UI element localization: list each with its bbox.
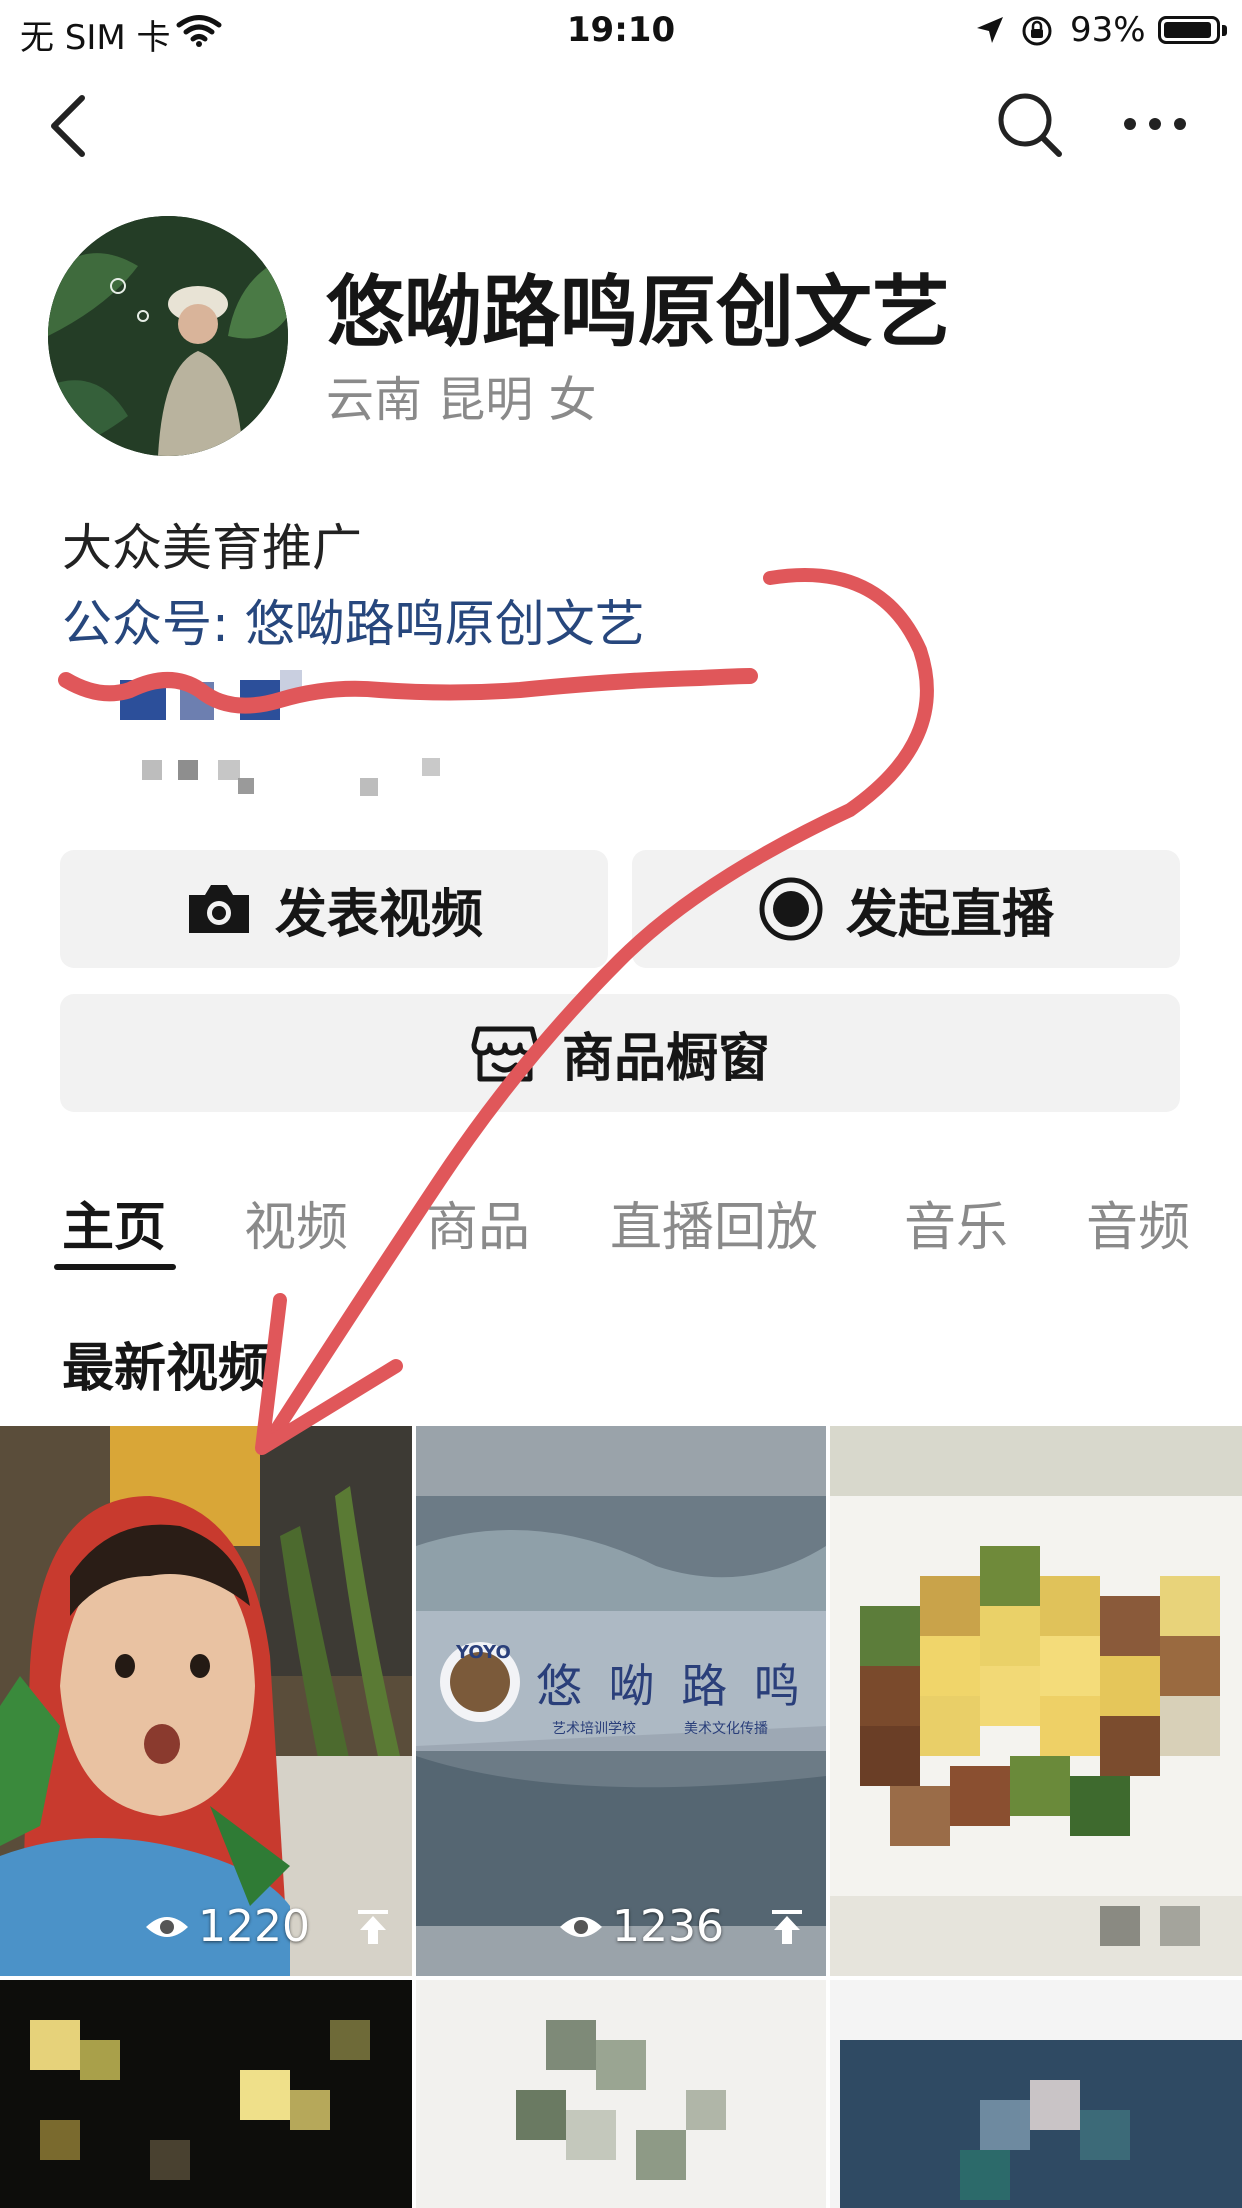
battery-percentage: 93% <box>1070 10 1146 50</box>
tab-products[interactable]: 商品 <box>426 1185 530 1260</box>
video-thumbnail-image <box>0 1426 412 1976</box>
view-count: 1236 <box>558 1901 724 1952</box>
battery-icon <box>1158 16 1220 44</box>
battery-tip <box>1222 25 1227 36</box>
start-live-button[interactable]: 发起直播 <box>632 850 1180 968</box>
profile-name: 悠呦路鸣原创文艺 <box>326 268 951 358</box>
video-thumbnail[interactable] <box>0 1980 412 2208</box>
search-icon <box>998 93 1062 157</box>
avatar-photo <box>48 216 288 456</box>
view-count-label: 1236 <box>612 1901 724 1952</box>
camera-icon <box>188 885 249 933</box>
shop-icon <box>471 1026 539 1082</box>
eye-icon <box>146 1916 189 1937</box>
video-stats: 1220 <box>0 1901 412 1952</box>
clock: 19:10 <box>566 10 676 50</box>
active-tab-indicator <box>54 1264 176 1270</box>
view-count: 1220 <box>144 1901 310 1952</box>
profile-bio: 大众美育推广 <box>62 519 362 577</box>
status-bar: 无 SIM 卡 19:10 93% <box>0 0 1242 62</box>
brand-sub-right: 美术文化传播 <box>684 1721 768 1737</box>
profile-official-account-link[interactable]: 公众号: 悠呦路鸣原创文艺 <box>62 584 645 656</box>
section-title: 最新视频 <box>62 1339 271 1399</box>
back-button[interactable] <box>40 90 100 160</box>
video-thumbnail[interactable] <box>830 1980 1242 2208</box>
tab-audio[interactable]: 音频 <box>1086 1185 1190 1260</box>
tab-live-replay[interactable]: 直播回放 <box>610 1185 818 1260</box>
publish-video-button[interactable]: 发表视频 <box>60 850 608 968</box>
pin-top-icon <box>358 1909 388 1944</box>
video-thumbnail[interactable]: 1220 <box>0 1426 412 1976</box>
profile-location: 云南 昆明 女 <box>326 372 597 428</box>
video-thumbnail[interactable] <box>416 1980 826 2208</box>
shop-window-button[interactable]: 商品橱窗 <box>60 994 1180 1112</box>
redacted-text <box>60 660 460 810</box>
brand-sub-left: 艺术培训学校 <box>552 1721 636 1737</box>
view-count-label: 1220 <box>198 1901 310 1952</box>
search-button[interactable] <box>995 90 1065 160</box>
video-thumbnail-image <box>416 1980 826 2208</box>
more-button[interactable] <box>1120 104 1190 144</box>
pin-top-icon <box>772 1909 802 1944</box>
tab-music[interactable]: 音乐 <box>904 1185 1008 1260</box>
start-live-label: 发起直播 <box>845 884 1054 945</box>
video-thumbnail-image <box>0 1980 412 2208</box>
avatar[interactable] <box>48 216 288 456</box>
video-thumbnail-image <box>830 1426 1242 1976</box>
video-thumbnail-image <box>830 1980 1242 2208</box>
more-icon <box>1124 118 1186 130</box>
live-record-icon <box>759 877 823 941</box>
shop-window-label: 商品橱窗 <box>561 1028 770 1089</box>
publish-video-label: 发表视频 <box>274 884 483 945</box>
rotation-lock-icon <box>1022 16 1052 46</box>
tab-home[interactable]: 主页 <box>62 1185 166 1260</box>
chevron-left-icon <box>51 95 85 157</box>
video-thumbnail[interactable] <box>830 1426 1242 1976</box>
brand-title: 悠 呦 路 鸣 <box>536 1659 806 1713</box>
video-thumbnail[interactable]: YOYO 悠 呦 路 鸣 艺术培训学校 美术文化传播 1236 <box>416 1426 826 1976</box>
video-stats: 1236 <box>416 1901 826 1952</box>
eye-icon <box>560 1916 603 1937</box>
tab-videos[interactable]: 视频 <box>244 1185 348 1260</box>
location-arrow-icon <box>977 17 1003 43</box>
brand-mark: YOYO <box>456 1642 511 1663</box>
